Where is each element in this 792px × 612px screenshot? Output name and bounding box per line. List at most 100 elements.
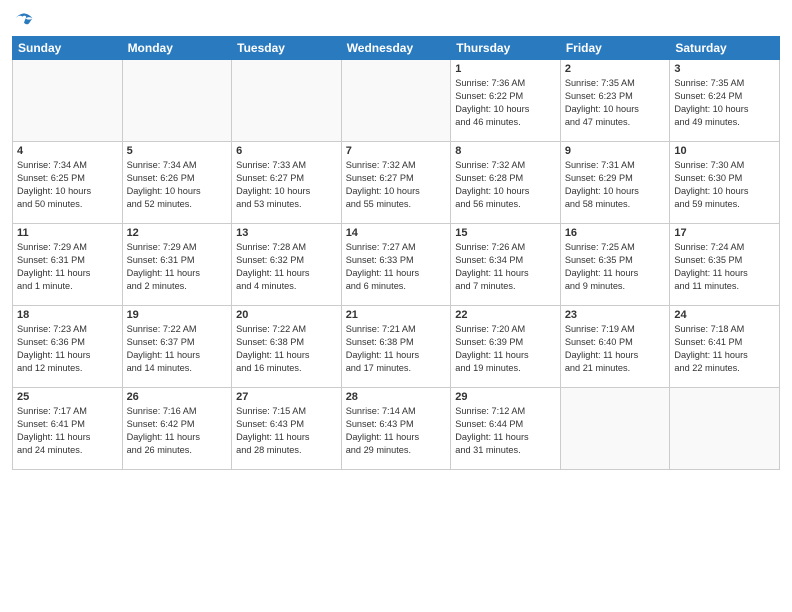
calendar-cell: 25 Sunrise: 7:17 AM Sunset: 6:41 PM Dayli…: [13, 388, 123, 470]
day-info: Sunrise: 7:12 AM Sunset: 6:44 PM Dayligh…: [455, 405, 556, 457]
calendar-cell: 26 Sunrise: 7:16 AM Sunset: 6:42 PM Dayli…: [122, 388, 232, 470]
calendar-cell: 3 Sunrise: 7:35 AM Sunset: 6:24 PM Daylig…: [670, 60, 780, 142]
day-number: 14: [346, 227, 447, 239]
calendar-cell: 14 Sunrise: 7:27 AM Sunset: 6:33 PM Dayli…: [341, 224, 451, 306]
day-number: 9: [565, 145, 666, 157]
day-info: Sunrise: 7:33 AM Sunset: 6:27 PM Dayligh…: [236, 159, 337, 211]
day-number: 4: [17, 145, 118, 157]
header: [12, 10, 780, 30]
calendar-cell: 20Sunrise: 7:22 AM Sunset: 6:38 PM Dayli…: [232, 306, 342, 388]
day-number: 8: [455, 145, 556, 157]
day-info: Sunrise: 7:34 AM Sunset: 6:25 PM Dayligh…: [17, 159, 118, 211]
day-number: 23: [565, 309, 666, 321]
calendar-cell: [13, 60, 123, 142]
day-info: Sunrise: 7:28 AM Sunset: 6:32 PM Dayligh…: [236, 241, 337, 293]
day-info: Sunrise: 7:31 AM Sunset: 6:29 PM Dayligh…: [565, 159, 666, 211]
day-number: 1: [455, 63, 556, 75]
day-info: Sunrise: 7:14 AM Sunset: 6:43 PM Dayligh…: [346, 405, 447, 457]
day-info: Sunrise: 7:35 AM Sunset: 6:23 PM Dayligh…: [565, 77, 666, 129]
day-info: Sunrise: 7:22 AM Sunset: 6:37 PM Dayligh…: [127, 323, 228, 375]
logo: [12, 10, 34, 30]
day-number: 2: [565, 63, 666, 75]
day-info: Sunrise: 7:32 AM Sunset: 6:28 PM Dayligh…: [455, 159, 556, 211]
calendar-cell: 23 Sunrise: 7:19 AM Sunset: 6:40 PM Dayli…: [560, 306, 670, 388]
calendar-cell: [122, 60, 232, 142]
day-info: Sunrise: 7:26 AM Sunset: 6:34 PM Dayligh…: [455, 241, 556, 293]
day-number: 6: [236, 145, 337, 157]
calendar-cell: 1 Sunrise: 7:36 AM Sunset: 6:22 PM Daylig…: [451, 60, 561, 142]
day-info: Sunrise: 7:34 AM Sunset: 6:26 PM Dayligh…: [127, 159, 228, 211]
calendar-cell: 19Sunrise: 7:22 AM Sunset: 6:37 PM Dayli…: [122, 306, 232, 388]
calendar-header-row: SundayMondayTuesdayWednesdayThursdayFrid…: [13, 37, 780, 60]
day-info: Sunrise: 7:29 AM Sunset: 6:31 PM Dayligh…: [127, 241, 228, 293]
day-info: Sunrise: 7:36 AM Sunset: 6:22 PM Dayligh…: [455, 77, 556, 129]
day-number: 10: [674, 145, 775, 157]
day-number: 11: [17, 227, 118, 239]
col-header-friday: Friday: [560, 37, 670, 60]
col-header-saturday: Saturday: [670, 37, 780, 60]
calendar-cell: 12Sunrise: 7:29 AM Sunset: 6:31 PM Dayli…: [122, 224, 232, 306]
day-number: 21: [346, 309, 447, 321]
day-number: 24: [674, 309, 775, 321]
day-number: 17: [674, 227, 775, 239]
calendar-cell: [670, 388, 780, 470]
col-header-thursday: Thursday: [451, 37, 561, 60]
col-header-sunday: Sunday: [13, 37, 123, 60]
calendar-cell: 22 Sunrise: 7:20 AM Sunset: 6:39 PM Dayli…: [451, 306, 561, 388]
calendar-cell: 15 Sunrise: 7:26 AM Sunset: 6:34 PM Dayli…: [451, 224, 561, 306]
page: SundayMondayTuesdayWednesdayThursdayFrid…: [0, 0, 792, 612]
day-info: Sunrise: 7:20 AM Sunset: 6:39 PM Dayligh…: [455, 323, 556, 375]
calendar-week-1: 1 Sunrise: 7:36 AM Sunset: 6:22 PM Daylig…: [13, 60, 780, 142]
calendar-cell: 13Sunrise: 7:28 AM Sunset: 6:32 PM Dayli…: [232, 224, 342, 306]
day-number: 29: [455, 391, 556, 403]
day-number: 20: [236, 309, 337, 321]
day-info: Sunrise: 7:17 AM Sunset: 6:41 PM Dayligh…: [17, 405, 118, 457]
day-info: Sunrise: 7:35 AM Sunset: 6:24 PM Dayligh…: [674, 77, 775, 129]
day-number: 16: [565, 227, 666, 239]
calendar-cell: 10 Sunrise: 7:30 AM Sunset: 6:30 PM Dayli…: [670, 142, 780, 224]
day-number: 25: [17, 391, 118, 403]
calendar-cell: 28 Sunrise: 7:14 AM Sunset: 6:43 PM Dayli…: [341, 388, 451, 470]
day-number: 5: [127, 145, 228, 157]
day-info: Sunrise: 7:23 AM Sunset: 6:36 PM Dayligh…: [17, 323, 118, 375]
calendar-cell: 27Sunrise: 7:15 AM Sunset: 6:43 PM Dayli…: [232, 388, 342, 470]
calendar-cell: 16 Sunrise: 7:25 AM Sunset: 6:35 PM Dayli…: [560, 224, 670, 306]
day-number: 27: [236, 391, 337, 403]
calendar-cell: 5 Sunrise: 7:34 AM Sunset: 6:26 PM Daylig…: [122, 142, 232, 224]
calendar-cell: [341, 60, 451, 142]
calendar-cell: [232, 60, 342, 142]
calendar-cell: 17Sunrise: 7:24 AM Sunset: 6:35 PM Dayli…: [670, 224, 780, 306]
day-number: 28: [346, 391, 447, 403]
day-number: 7: [346, 145, 447, 157]
calendar-cell: [560, 388, 670, 470]
day-info: Sunrise: 7:25 AM Sunset: 6:35 PM Dayligh…: [565, 241, 666, 293]
day-info: Sunrise: 7:30 AM Sunset: 6:30 PM Dayligh…: [674, 159, 775, 211]
day-number: 18: [17, 309, 118, 321]
calendar-cell: 7 Sunrise: 7:32 AM Sunset: 6:27 PM Daylig…: [341, 142, 451, 224]
day-number: 3: [674, 63, 775, 75]
col-header-monday: Monday: [122, 37, 232, 60]
day-number: 15: [455, 227, 556, 239]
day-number: 22: [455, 309, 556, 321]
day-info: Sunrise: 7:19 AM Sunset: 6:40 PM Dayligh…: [565, 323, 666, 375]
col-header-wednesday: Wednesday: [341, 37, 451, 60]
day-number: 26: [127, 391, 228, 403]
calendar-week-4: 18 Sunrise: 7:23 AM Sunset: 6:36 PM Dayli…: [13, 306, 780, 388]
day-info: Sunrise: 7:27 AM Sunset: 6:33 PM Dayligh…: [346, 241, 447, 293]
calendar-cell: 29 Sunrise: 7:12 AM Sunset: 6:44 PM Dayli…: [451, 388, 561, 470]
day-info: Sunrise: 7:32 AM Sunset: 6:27 PM Dayligh…: [346, 159, 447, 211]
calendar-week-3: 11 Sunrise: 7:29 AM Sunset: 6:31 PM Dayli…: [13, 224, 780, 306]
day-info: Sunrise: 7:21 AM Sunset: 6:38 PM Dayligh…: [346, 323, 447, 375]
logo-bird-icon: [14, 10, 34, 30]
day-info: Sunrise: 7:16 AM Sunset: 6:42 PM Dayligh…: [127, 405, 228, 457]
calendar-cell: 21 Sunrise: 7:21 AM Sunset: 6:38 PM Dayli…: [341, 306, 451, 388]
calendar-cell: 11Sunrise: 7:29 AM Sunset: 6:31 PM Dayli…: [13, 224, 123, 306]
calendar-cell: 8 Sunrise: 7:32 AM Sunset: 6:28 PM Daylig…: [451, 142, 561, 224]
calendar-table: SundayMondayTuesdayWednesdayThursdayFrid…: [12, 36, 780, 470]
calendar-cell: 4 Sunrise: 7:34 AM Sunset: 6:25 PM Daylig…: [13, 142, 123, 224]
calendar-cell: 6 Sunrise: 7:33 AM Sunset: 6:27 PM Daylig…: [232, 142, 342, 224]
calendar-cell: 18 Sunrise: 7:23 AM Sunset: 6:36 PM Dayli…: [13, 306, 123, 388]
calendar-cell: 2 Sunrise: 7:35 AM Sunset: 6:23 PM Daylig…: [560, 60, 670, 142]
calendar-cell: 24Sunrise: 7:18 AM Sunset: 6:41 PM Dayli…: [670, 306, 780, 388]
calendar-week-2: 4 Sunrise: 7:34 AM Sunset: 6:25 PM Daylig…: [13, 142, 780, 224]
